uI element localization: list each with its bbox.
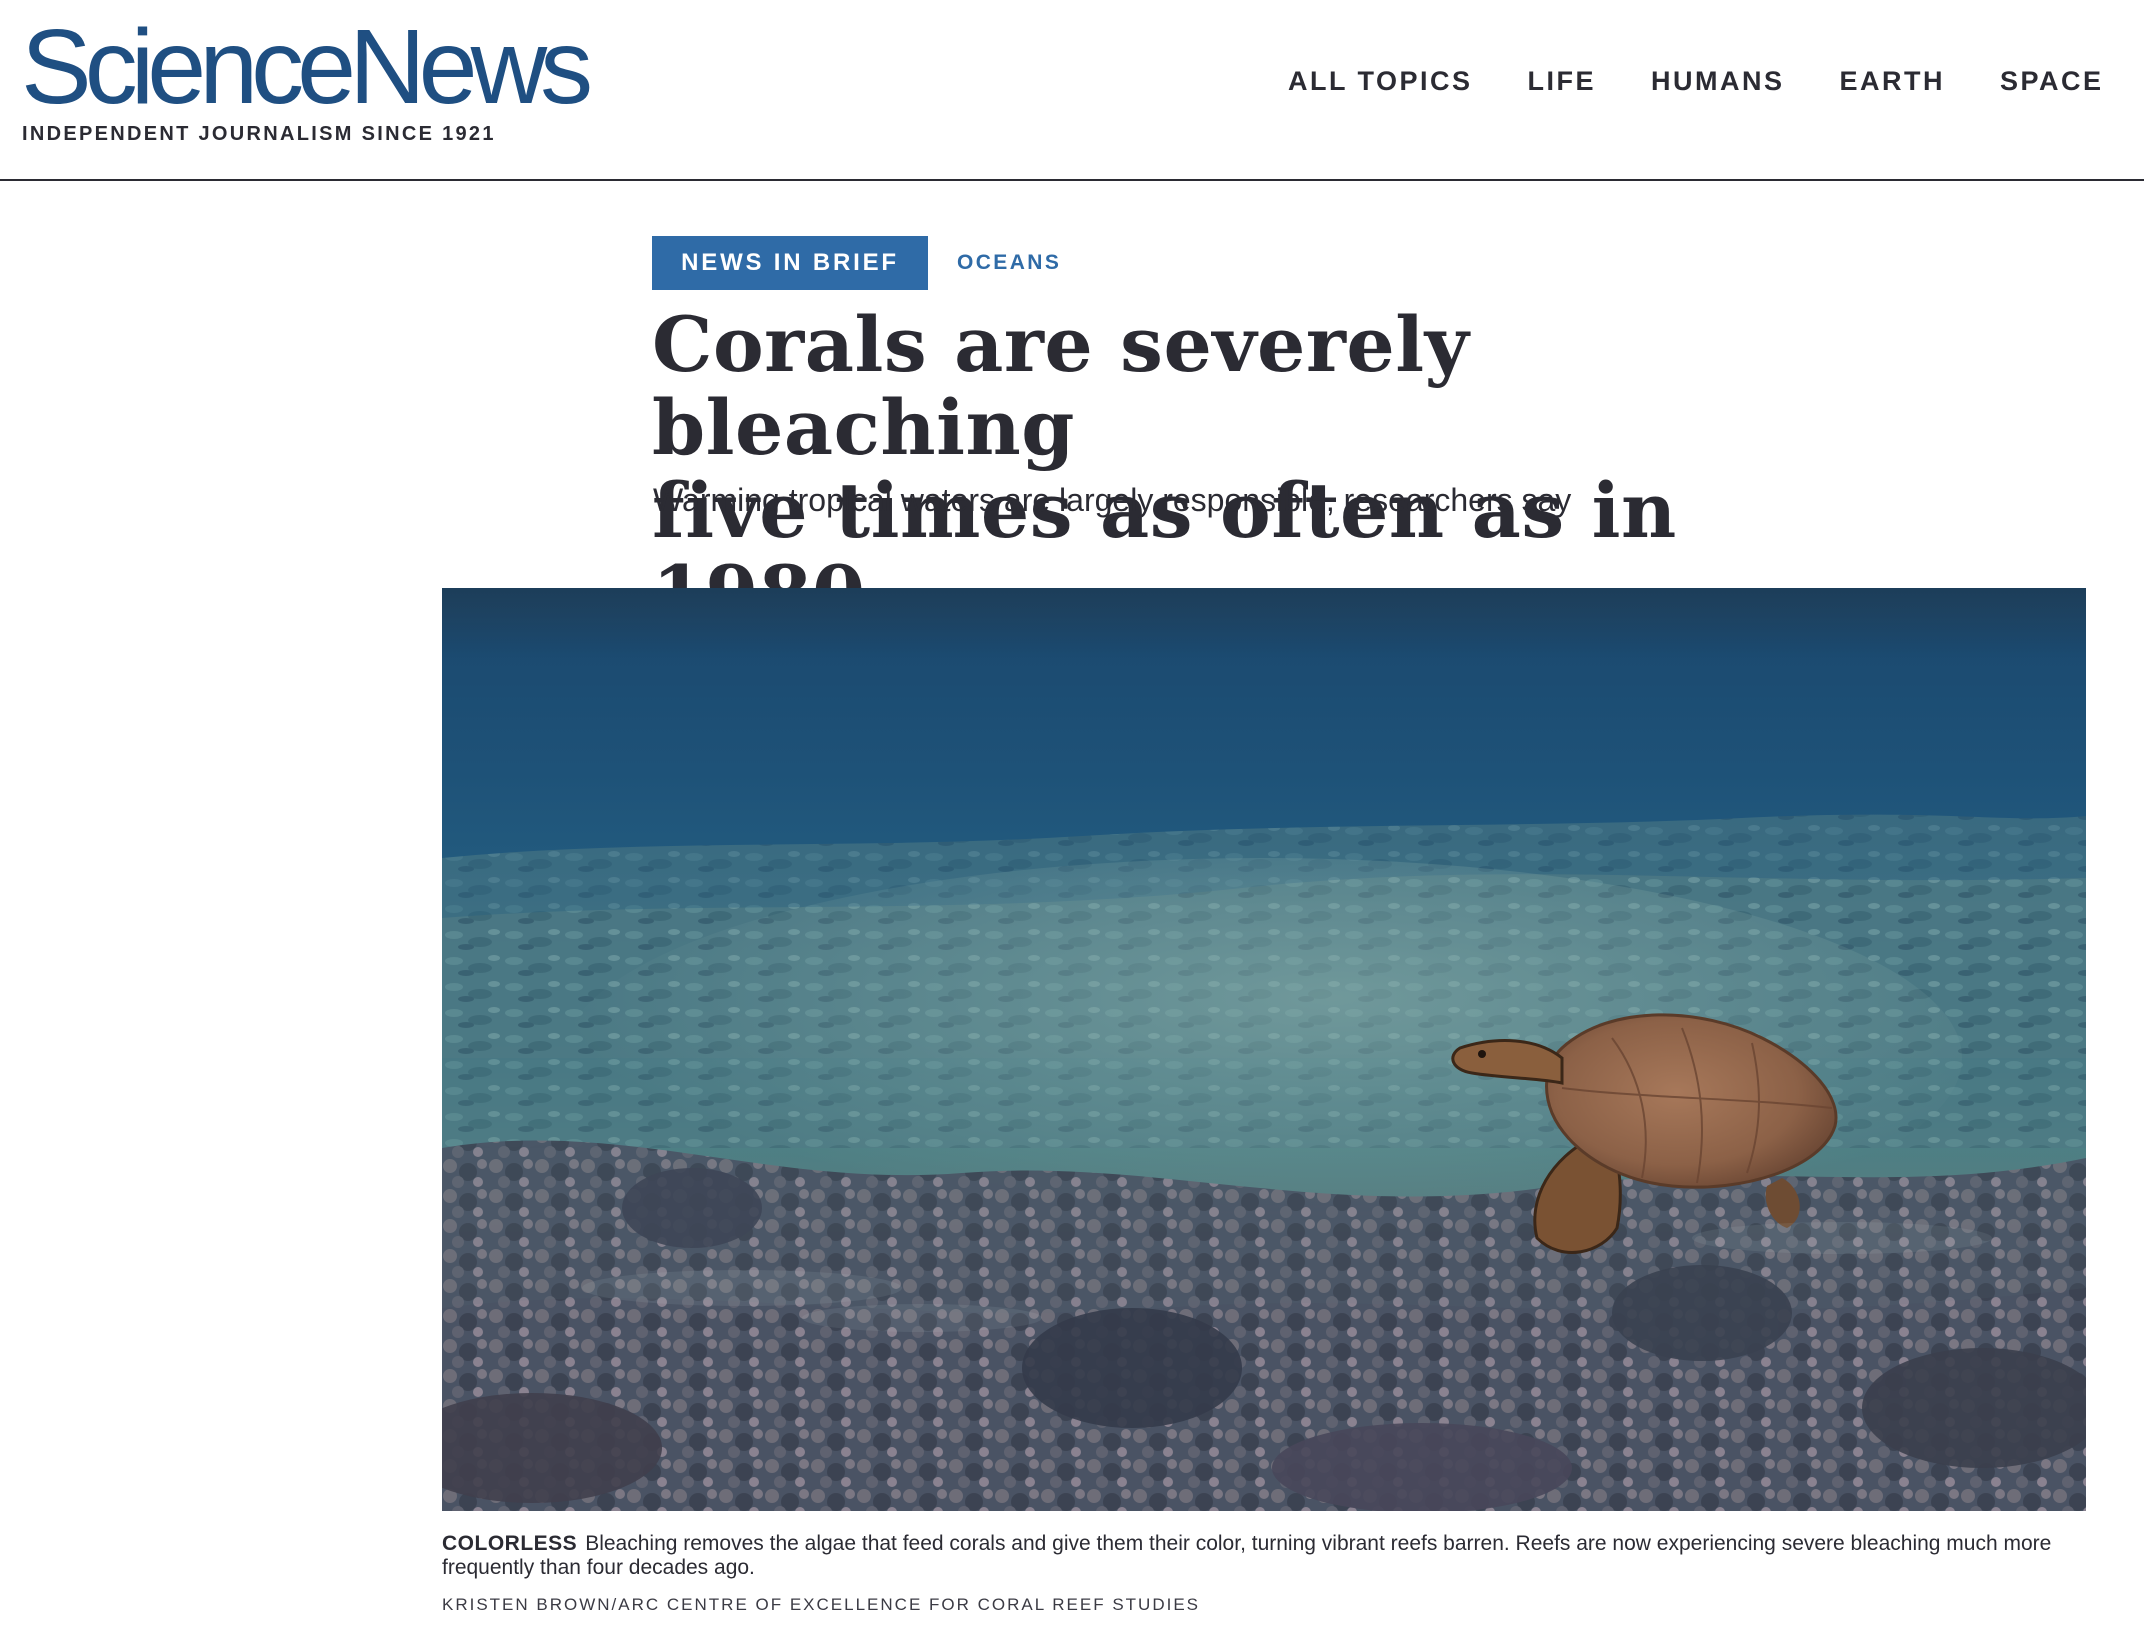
site-logo[interactable]: ScienceNews INDEPENDENT JOURNALISM SINCE… [21, 8, 593, 146]
caption-text: Bleaching removes the algae that feed co… [442, 1532, 2052, 1579]
caption-label: COLORLESS [442, 1532, 578, 1555]
nav-space[interactable]: SPACE [2000, 66, 2104, 97]
nav-all-topics[interactable]: ALL TOPICS [1288, 66, 1473, 97]
headline-line-1: Corals are severely bleaching [652, 300, 1470, 472]
news-in-brief-badge[interactable]: NEWS IN BRIEF [652, 236, 928, 290]
topic-oceans-link[interactable]: OCEANS [957, 251, 1061, 275]
logo-wordmark: ScienceNews [21, 8, 593, 126]
hero-photo [442, 588, 2086, 1511]
nav-life[interactable]: LIFE [1528, 66, 1597, 97]
site-header: ScienceNews INDEPENDENT JOURNALISM SINCE… [0, 0, 2144, 181]
article-dek: Warming tropical waters are largely resp… [653, 482, 1572, 518]
nav-humans[interactable]: HUMANS [1651, 66, 1785, 97]
photo-credit: KRISTEN BROWN/ARC CENTRE OF EXCELLENCE F… [442, 1595, 1201, 1614]
logo-tagline: INDEPENDENT JOURNALISM SINCE 1921 [22, 123, 496, 145]
turtle-reef-illustration [442, 588, 2086, 1511]
photo-caption: COLORLESS Bleaching removes the algae tha… [442, 1532, 2086, 1580]
article-kicker: NEWS IN BRIEF OCEANS [652, 236, 1061, 290]
main-nav: ALL TOPICS LIFE HUMANS EARTH SPACE PH [1288, 66, 2144, 97]
nav-earth[interactable]: EARTH [1840, 66, 1946, 97]
article-headline: Corals are severely bleaching five times… [652, 303, 1852, 635]
